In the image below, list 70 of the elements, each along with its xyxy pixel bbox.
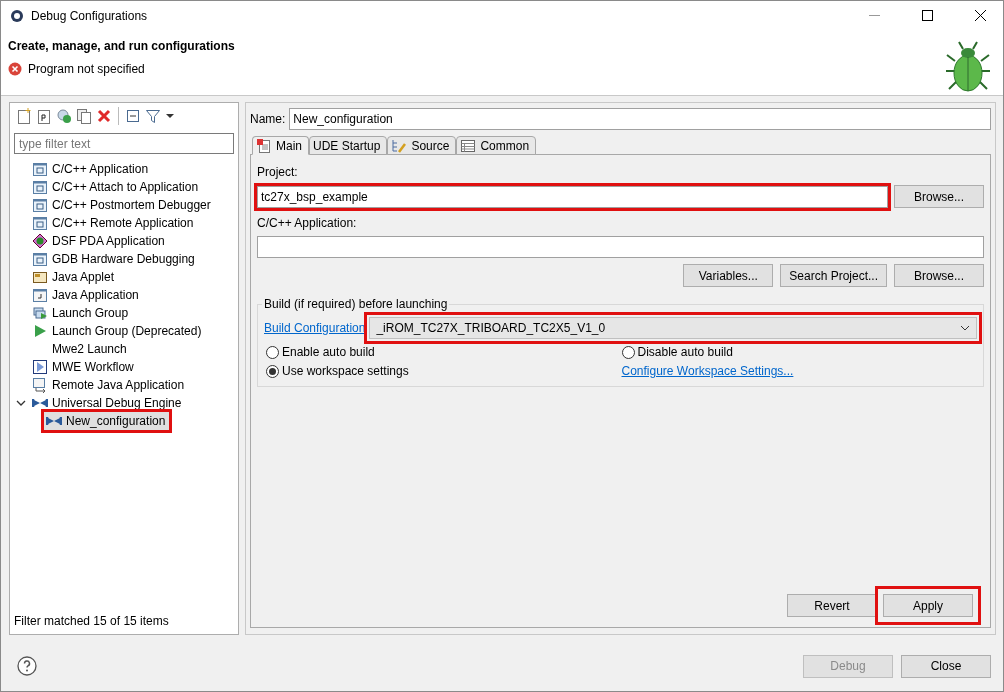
name-label: Name: xyxy=(250,112,286,126)
java-file-icon xyxy=(32,287,48,303)
tree-item[interactable]: Mwe2 Launch xyxy=(30,340,131,358)
help-icon[interactable] xyxy=(17,656,37,676)
table-icon xyxy=(460,137,477,154)
tree-item[interactable]: Java Applet xyxy=(30,268,119,286)
delete-icon[interactable] xyxy=(96,108,112,124)
app-icon xyxy=(10,8,24,23)
c-file-icon xyxy=(32,251,48,267)
tab[interactable]: Common xyxy=(456,136,537,155)
duplicate-icon[interactable] xyxy=(76,108,92,124)
radio-option[interactable]: Disable auto build xyxy=(621,345,977,359)
build-configuration-link[interactable]: Build Configuration xyxy=(264,321,366,335)
source-tab-icon xyxy=(391,137,408,154)
collapse-all-icon[interactable] xyxy=(125,108,141,124)
tree-item[interactable]: C/C++ Remote Application xyxy=(30,214,198,232)
remote-java-icon xyxy=(32,377,48,393)
new-file-icon[interactable] xyxy=(16,108,32,124)
close-icon[interactable] xyxy=(974,10,986,21)
tree-item[interactable]: Launch Group xyxy=(30,304,133,322)
tab[interactable]: Main xyxy=(252,136,309,155)
radio-option[interactable]: Enable auto build xyxy=(266,345,622,359)
tree-item[interactable]: DSF PDA Application xyxy=(30,232,169,250)
play-icon xyxy=(32,323,48,339)
tree-item[interactable]: C/C++ Postmortem Debugger xyxy=(30,196,215,214)
application-button[interactable]: Browse... xyxy=(894,264,984,287)
dialog-title: Create, manage, and run configurations xyxy=(8,39,235,53)
launch-group-icon xyxy=(32,305,48,321)
maximize-icon[interactable] xyxy=(921,10,933,21)
application-field[interactable] xyxy=(257,236,984,258)
filter-field[interactable]: type filter text xyxy=(14,133,234,154)
c-file-icon xyxy=(32,161,48,177)
name-field[interactable]: New_configuration xyxy=(289,108,991,130)
expanded-chevron-icon[interactable] xyxy=(16,398,26,408)
radio-option[interactable]: Use workspace settings xyxy=(266,364,622,378)
group-legend: Build (if required) before launching xyxy=(262,297,450,311)
application-button[interactable]: Variables... xyxy=(683,264,774,287)
action-button[interactable]: Revert xyxy=(787,594,877,617)
workspace-settings-link[interactable]: Configure Workspace Settings... xyxy=(621,364,794,378)
tree-item[interactable]: GDB Hardware Debugging xyxy=(30,250,199,268)
tree-item[interactable]: Java Application xyxy=(30,286,143,304)
dialog-button[interactable]: Close xyxy=(901,654,991,678)
project-label: Project: xyxy=(257,165,299,179)
chevron-down-icon xyxy=(960,325,970,331)
main-tab-icon xyxy=(256,137,272,154)
filter-status: Filter matched 15 of 15 items xyxy=(13,614,170,630)
c-file-icon xyxy=(32,197,48,213)
tab[interactable]: UDE Startup xyxy=(309,136,388,155)
bug-diamond-icon xyxy=(32,233,48,249)
tree-item[interactable]: Remote Java Application xyxy=(30,376,189,394)
application-button[interactable]: Search Project... xyxy=(780,264,887,287)
tab[interactable]: Source xyxy=(387,136,457,155)
error-message: Program not specified xyxy=(28,62,145,76)
browse-button[interactable]: Browse... xyxy=(894,185,984,208)
c-file-icon xyxy=(32,179,48,195)
filter-icon[interactable] xyxy=(145,108,161,124)
tree-item[interactable]: New_configuration xyxy=(44,412,170,430)
tree-item[interactable]: Launch Group (Deprecated) xyxy=(30,322,206,340)
tree-item[interactable]: Universal Debug Engine xyxy=(30,394,186,412)
tree-item[interactable]: MWE Workflow xyxy=(30,358,138,376)
tree-item[interactable]: C/C++ Application xyxy=(30,160,153,178)
java-applet-icon xyxy=(32,269,48,285)
workflow-icon xyxy=(32,359,48,375)
window-title: Debug Configurations xyxy=(31,8,149,23)
application-label: C/C++ Application: xyxy=(257,216,358,230)
project-field[interactable]: tc27x_bsp_example xyxy=(257,185,888,208)
c-file-icon xyxy=(32,215,48,231)
minimize-icon[interactable] xyxy=(868,14,880,17)
tree-item[interactable]: C/C++ Attach to Application xyxy=(30,178,203,196)
error-icon xyxy=(8,62,22,76)
